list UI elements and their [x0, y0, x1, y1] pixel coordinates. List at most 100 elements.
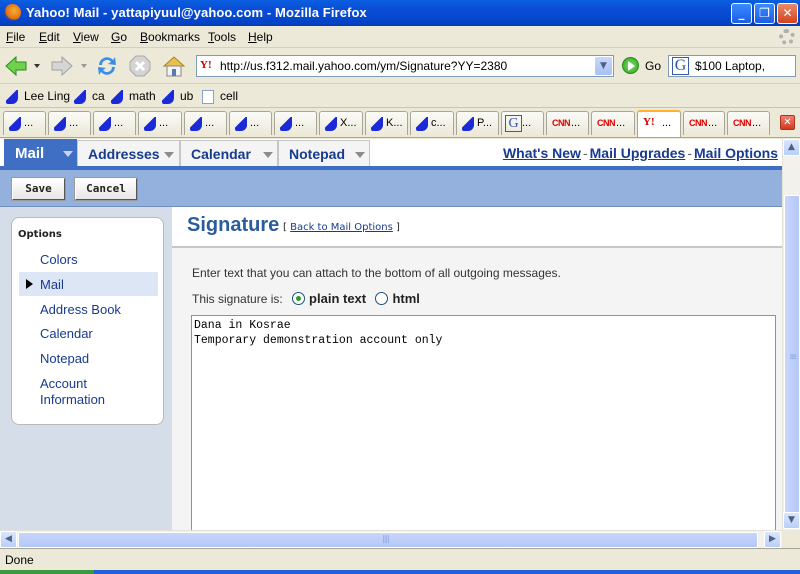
- scroll-down-button[interactable]: ▼: [783, 512, 800, 529]
- browser-tab[interactable]: G...: [501, 111, 544, 135]
- sidebar-item-mail[interactable]: Mail: [40, 277, 64, 293]
- stop-icon[interactable]: [128, 54, 152, 78]
- browser-tab[interactable]: ...: [229, 111, 272, 135]
- search-input[interactable]: $100 Laptop,: [695, 59, 765, 73]
- browser-tab[interactable]: ...: [3, 111, 46, 135]
- back-to-mail-options-link[interactable]: Back to Mail Options: [290, 222, 393, 233]
- tab-addresses[interactable]: Addresses: [77, 140, 180, 166]
- tab-label: ...: [708, 117, 718, 129]
- browser-tab[interactable]: CNN...: [591, 111, 635, 135]
- firefox-icon: [4, 4, 21, 21]
- search-box[interactable]: G $100 Laptop,: [668, 55, 796, 77]
- tab-label: ...: [522, 117, 532, 129]
- tab-mail[interactable]: Mail: [4, 139, 77, 166]
- browser-tab[interactable]: CNN...: [683, 111, 725, 135]
- chevron-down-icon[interactable]: [63, 151, 73, 157]
- browser-tab[interactable]: P...: [456, 111, 499, 135]
- vertical-scrollbar[interactable]: ▲ ▼: [782, 139, 800, 530]
- browser-tab[interactable]: ...: [184, 111, 227, 135]
- bookmark-item[interactable]: ca: [74, 89, 105, 105]
- sidebar-item-colors[interactable]: Colors: [40, 252, 78, 268]
- browser-tab[interactable]: ...: [93, 111, 136, 135]
- start-button[interactable]: [0, 570, 94, 574]
- browser-tab[interactable]: K...: [365, 111, 408, 135]
- browser-tab[interactable]: CNN...: [727, 111, 770, 135]
- tab-label: c...: [431, 117, 446, 129]
- sail-icon: [190, 117, 202, 131]
- menu-tools[interactable]: Tools: [208, 30, 236, 44]
- menu-edit[interactable]: Edit: [39, 30, 60, 44]
- tab-label: ...: [24, 117, 34, 129]
- tab-calendar[interactable]: Calendar: [180, 140, 278, 166]
- sail-icon: [54, 117, 66, 131]
- cancel-button[interactable]: Cancel: [74, 177, 138, 201]
- sidebar-item-calendar[interactable]: Calendar: [40, 326, 93, 342]
- bookmark-item[interactable]: ub: [162, 89, 193, 105]
- plain-text-radio[interactable]: [292, 292, 306, 305]
- sidebar-item-account-information[interactable]: Account Information: [40, 376, 130, 408]
- sidebar-item-notepad[interactable]: Notepad: [40, 351, 89, 367]
- bookmark-item[interactable]: math: [111, 89, 156, 105]
- browser-tab[interactable]: CNN...: [546, 111, 589, 135]
- chevron-down-icon[interactable]: [164, 152, 174, 158]
- tab-label: Calendar: [191, 146, 251, 162]
- back-arrow-icon[interactable]: [4, 54, 28, 78]
- horizontal-scrollbar[interactable]: ◀ ▶: [0, 530, 782, 548]
- mail-upgrades-link[interactable]: Mail Upgrades: [590, 145, 686, 161]
- url-text[interactable]: http://us.f312.mail.yahoo.com/ym/Signatu…: [220, 59, 507, 73]
- browser-tab[interactable]: X...: [319, 111, 363, 135]
- url-history-dropdown[interactable]: ▼: [595, 57, 612, 75]
- forward-history-dropdown-icon[interactable]: [81, 64, 87, 68]
- chevron-down-icon[interactable]: [355, 152, 365, 158]
- menu-bookmarks[interactable]: Bookmarks: [140, 30, 200, 44]
- tab-notepad[interactable]: Notepad: [278, 140, 370, 166]
- html-label[interactable]: html: [392, 291, 419, 306]
- home-icon[interactable]: [162, 54, 186, 78]
- browser-tab[interactable]: c...: [410, 111, 454, 135]
- menu-help[interactable]: Help: [248, 30, 273, 44]
- close-window-button[interactable]: ✕: [777, 3, 798, 24]
- vertical-scroll-thumb[interactable]: [784, 195, 800, 528]
- restore-button[interactable]: ❐: [754, 3, 775, 24]
- scroll-left-button[interactable]: ◀: [0, 531, 17, 548]
- close-tab-icon[interactable]: ✕: [780, 115, 795, 130]
- menu-go[interactable]: Go: [111, 30, 127, 44]
- forward-arrow-icon[interactable]: [50, 54, 74, 78]
- tab-label: P...: [477, 117, 493, 129]
- browser-tab[interactable]: ...: [138, 111, 182, 135]
- browser-tab[interactable]: ...: [48, 111, 91, 135]
- back-history-dropdown-icon[interactable]: [34, 64, 40, 68]
- chevron-down-icon[interactable]: [263, 152, 273, 158]
- menu-view[interactable]: View: [73, 30, 99, 44]
- save-button[interactable]: Save: [11, 177, 66, 201]
- sail-icon: [99, 117, 111, 131]
- bookmark-label: ub: [180, 89, 194, 103]
- address-bar[interactable]: Y! http://us.f312.mail.yahoo.com/ym/Sign…: [196, 55, 614, 77]
- signature-textarea[interactable]: [191, 315, 776, 530]
- minimize-button[interactable]: _: [731, 3, 752, 24]
- html-radio[interactable]: [375, 292, 389, 305]
- whats-new-link[interactable]: What's New: [503, 145, 581, 161]
- signature-type-row: This signature is: plain text html: [192, 291, 420, 306]
- tab-label: ...: [752, 117, 762, 129]
- sail-icon: [280, 117, 292, 131]
- options-sidebar: Options Colors Mail Address Book Calenda…: [0, 207, 171, 530]
- sail-icon: [416, 117, 428, 131]
- horizontal-scroll-thumb[interactable]: [18, 532, 758, 548]
- sidebar-item-address-book[interactable]: Address Book: [40, 302, 121, 318]
- bookmark-item[interactable]: cell: [202, 89, 238, 105]
- go-icon[interactable]: [622, 57, 639, 74]
- plain-text-label[interactable]: plain text: [309, 291, 366, 306]
- browser-tab[interactable]: ...: [274, 111, 317, 135]
- browser-tab[interactable]: Y!...: [637, 110, 681, 137]
- mail-options-link[interactable]: Mail Options: [694, 145, 778, 161]
- google-search-engine-icon[interactable]: G: [672, 57, 689, 75]
- bookmark-item[interactable]: Lee Ling: [6, 89, 70, 105]
- reload-icon[interactable]: [95, 54, 119, 78]
- go-button[interactable]: Go: [645, 59, 661, 73]
- scroll-up-button[interactable]: ▲: [783, 139, 800, 156]
- scroll-right-button[interactable]: ▶: [764, 531, 781, 548]
- title-bar: Yahoo! Mail - yattapiyuul@yahoo.com - Mo…: [0, 0, 800, 26]
- menu-bar: File Edit View Go Bookmarks Tools Help: [0, 26, 800, 48]
- menu-file[interactable]: File: [6, 30, 25, 44]
